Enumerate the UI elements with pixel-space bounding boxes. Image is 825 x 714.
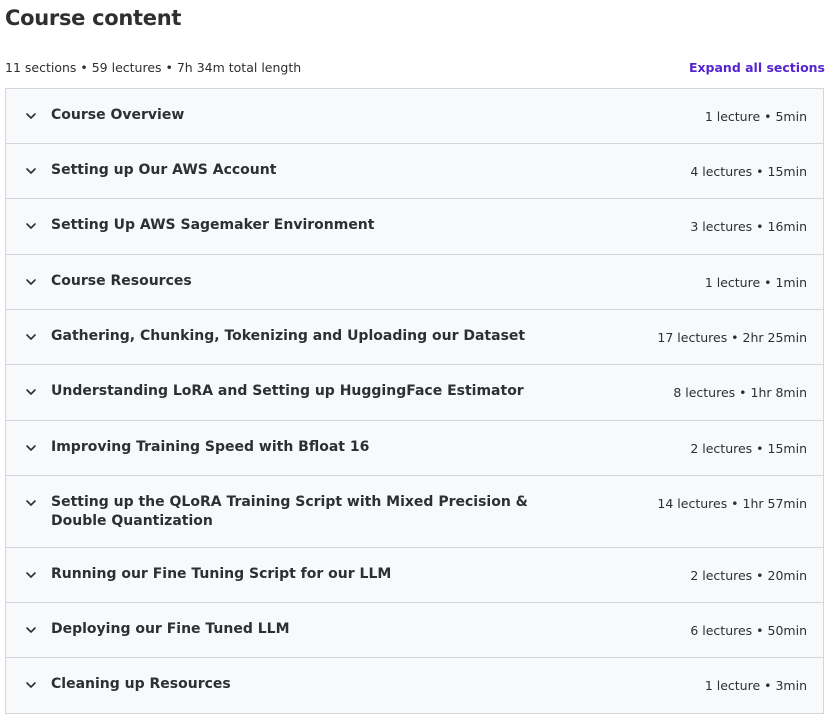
chevron-down-icon	[26, 279, 36, 285]
section-title: Improving Training Speed with Bfloat 16	[51, 439, 370, 455]
chevron-down-icon	[26, 113, 36, 119]
section-meta: 1 lecture • 1min	[704, 275, 807, 290]
section-title: Deploying our Fine Tuned LLM	[51, 621, 290, 637]
section-meta: 8 lectures • 1hr 8min	[673, 385, 807, 400]
summary-row: 11 sections • 59 lectures • 7h 34m total…	[5, 58, 825, 78]
section-left: Understanding LoRA and Setting up Huggin…	[24, 382, 524, 401]
section-header[interactable]: Setting up Our AWS Account 4 lectures • …	[6, 144, 823, 199]
sections-accordion: Course Overview 1 lecture • 5min Setting…	[5, 88, 824, 714]
expand-all-sections-button[interactable]: Expand all sections	[689, 58, 825, 78]
section-left: Improving Training Speed with Bfloat 16	[24, 438, 369, 457]
section-meta: 3 lectures • 16min	[690, 219, 807, 234]
section-meta: 17 lectures • 2hr 25min	[657, 330, 807, 345]
section-title: Understanding LoRA and Setting up Huggin…	[51, 383, 524, 399]
section-header[interactable]: Running our Fine Tuning Script for our L…	[6, 548, 823, 603]
section-title: Setting Up AWS Sagemaker Environment	[51, 217, 375, 233]
section-meta: 4 lectures • 15min	[690, 164, 807, 179]
section-left: Deploying our Fine Tuned LLM	[24, 620, 290, 639]
section-left: Running our Fine Tuning Script for our L…	[24, 565, 391, 584]
section-header[interactable]: Setting up the QLoRA Training Script wit…	[6, 476, 823, 548]
section-title: Gathering, Chunking, Tokenizing and Uplo…	[51, 328, 526, 344]
section-title: Cleaning up Resources	[51, 676, 231, 692]
section-left: Course Overview	[24, 106, 184, 125]
section-left: Cleaning up Resources	[24, 675, 231, 694]
section-header[interactable]: Course Resources 1 lecture • 1min	[6, 255, 823, 310]
section-header[interactable]: Improving Training Speed with Bfloat 16 …	[6, 421, 823, 476]
section-meta: 1 lecture • 3min	[704, 678, 807, 693]
course-summary: 11 sections • 59 lectures • 7h 34m total…	[5, 60, 302, 75]
section-left: Setting up the QLoRA Training Script wit…	[24, 493, 561, 531]
section-header[interactable]: Understanding LoRA and Setting up Huggin…	[6, 365, 823, 421]
section-header[interactable]: Cleaning up Resources 1 lecture • 3min	[6, 658, 823, 714]
chevron-down-icon	[26, 627, 36, 633]
section-left: Setting up Our AWS Account	[24, 161, 276, 180]
section-title: Setting up Our AWS Account	[51, 162, 277, 178]
section-meta: 2 lectures • 15min	[690, 441, 807, 456]
section-title: Course Resources	[51, 273, 192, 289]
section-header[interactable]: Setting Up AWS Sagemaker Environment 3 l…	[6, 199, 823, 255]
chevron-down-icon	[26, 682, 36, 688]
section-meta: 2 lectures • 20min	[690, 568, 807, 583]
section-left: Course Resources	[24, 272, 192, 291]
section-header[interactable]: Course Overview 1 lecture • 5min	[6, 89, 823, 144]
section-title: Setting up the QLoRA Training Script wit…	[51, 494, 528, 529]
chevron-down-icon	[26, 168, 36, 174]
page-title: Course content	[5, 6, 182, 30]
section-meta: 1 lecture • 5min	[704, 109, 807, 124]
section-left: Setting Up AWS Sagemaker Environment	[24, 216, 374, 235]
chevron-down-icon	[26, 389, 36, 395]
section-title: Running our Fine Tuning Script for our L…	[51, 566, 392, 582]
section-meta: 14 lectures • 1hr 57min	[657, 496, 807, 511]
section-title: Course Overview	[51, 107, 185, 123]
section-meta: 6 lectures • 50min	[690, 623, 807, 638]
chevron-down-icon	[26, 500, 36, 506]
chevron-down-icon	[26, 572, 36, 578]
section-header[interactable]: Deploying our Fine Tuned LLM 6 lectures …	[6, 603, 823, 658]
chevron-down-icon	[26, 334, 36, 340]
section-header[interactable]: Gathering, Chunking, Tokenizing and Uplo…	[6, 310, 823, 365]
chevron-down-icon	[26, 445, 36, 451]
course-content-panel: Course content 11 sections • 59 lectures…	[0, 0, 825, 714]
chevron-down-icon	[26, 223, 36, 229]
section-left: Gathering, Chunking, Tokenizing and Uplo…	[24, 327, 525, 346]
